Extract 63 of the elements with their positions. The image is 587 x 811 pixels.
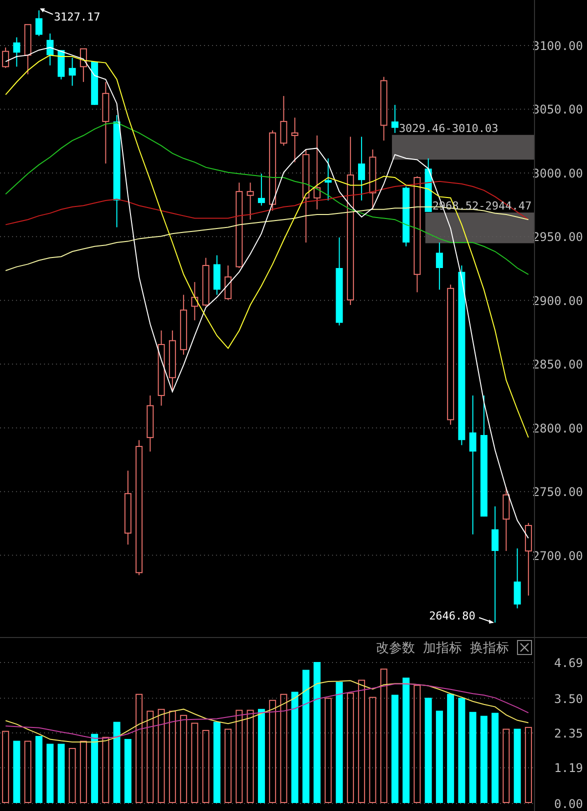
close-button[interactable] <box>517 640 532 655</box>
candlestick <box>180 294 188 356</box>
volume-bar <box>91 734 98 803</box>
candlestick <box>391 104 398 134</box>
candlestick <box>58 50 65 80</box>
volume-bar <box>24 740 32 803</box>
candlestick <box>502 486 510 552</box>
volume-bar <box>80 740 87 803</box>
candlestick <box>380 76 388 142</box>
toolbar-button[interactable]: 加指标 <box>421 638 464 656</box>
candlestick <box>369 149 376 210</box>
candlestick <box>168 330 176 392</box>
candlestick <box>46 33 54 66</box>
candlestick <box>258 173 265 206</box>
candlestick <box>202 257 210 307</box>
candlestick <box>291 117 298 163</box>
candlestick <box>213 254 220 296</box>
volume-bar <box>124 738 132 803</box>
axis-label: 1.19 <box>554 761 583 776</box>
candlestick <box>13 36 20 68</box>
volume-bar <box>13 740 20 803</box>
axis-label: 2900.00 <box>532 294 583 308</box>
price-label: 2646.80 <box>429 610 476 623</box>
axis-label: 2950.00 <box>532 230 583 244</box>
toolbar-button[interactable]: 改参数 <box>374 638 417 656</box>
close-icon <box>520 643 529 652</box>
axis-label: 3000.00 <box>532 166 583 180</box>
pointer-arrow <box>478 617 494 624</box>
axis-label: 2850.00 <box>532 358 583 372</box>
price-label: 3127.17 <box>54 10 100 24</box>
candlestick <box>191 282 198 321</box>
price-label: 3029.46-3010.03 <box>398 122 498 135</box>
toolbar-button[interactable]: 换指标 <box>468 638 511 656</box>
candlestick <box>80 48 87 82</box>
axis-label: 2750.00 <box>532 485 583 500</box>
axis-label: 2.35 <box>554 726 583 740</box>
volume-bar <box>58 744 65 803</box>
axis-label: 3.50 <box>554 692 583 706</box>
candlestick <box>146 394 154 452</box>
candlestick <box>514 548 521 609</box>
candlestick <box>224 264 232 300</box>
candlestick <box>358 136 366 201</box>
candlestick <box>91 61 98 106</box>
volume-bar <box>102 736 110 803</box>
candlestick <box>280 95 288 146</box>
volume-bar <box>68 748 76 803</box>
volume-bar <box>35 736 42 803</box>
candlestick <box>246 182 254 220</box>
pointer-arrow <box>40 8 54 15</box>
candlestick <box>24 24 32 75</box>
axis-label: 2800.00 <box>532 421 583 436</box>
candlestick <box>436 242 443 290</box>
candlestick <box>402 186 410 247</box>
candlestick <box>424 158 432 212</box>
candlestick <box>68 57 76 86</box>
candlestick <box>324 158 332 201</box>
volume-bar <box>46 744 54 803</box>
axis-label: 0.00 <box>554 797 583 811</box>
axis-label: 2700.00 <box>532 548 583 563</box>
axis-label: 3050.00 <box>532 102 583 117</box>
axis-label: 4.69 <box>554 656 583 670</box>
axis-label: 3100.00 <box>532 39 583 53</box>
candlestick <box>35 10 42 37</box>
